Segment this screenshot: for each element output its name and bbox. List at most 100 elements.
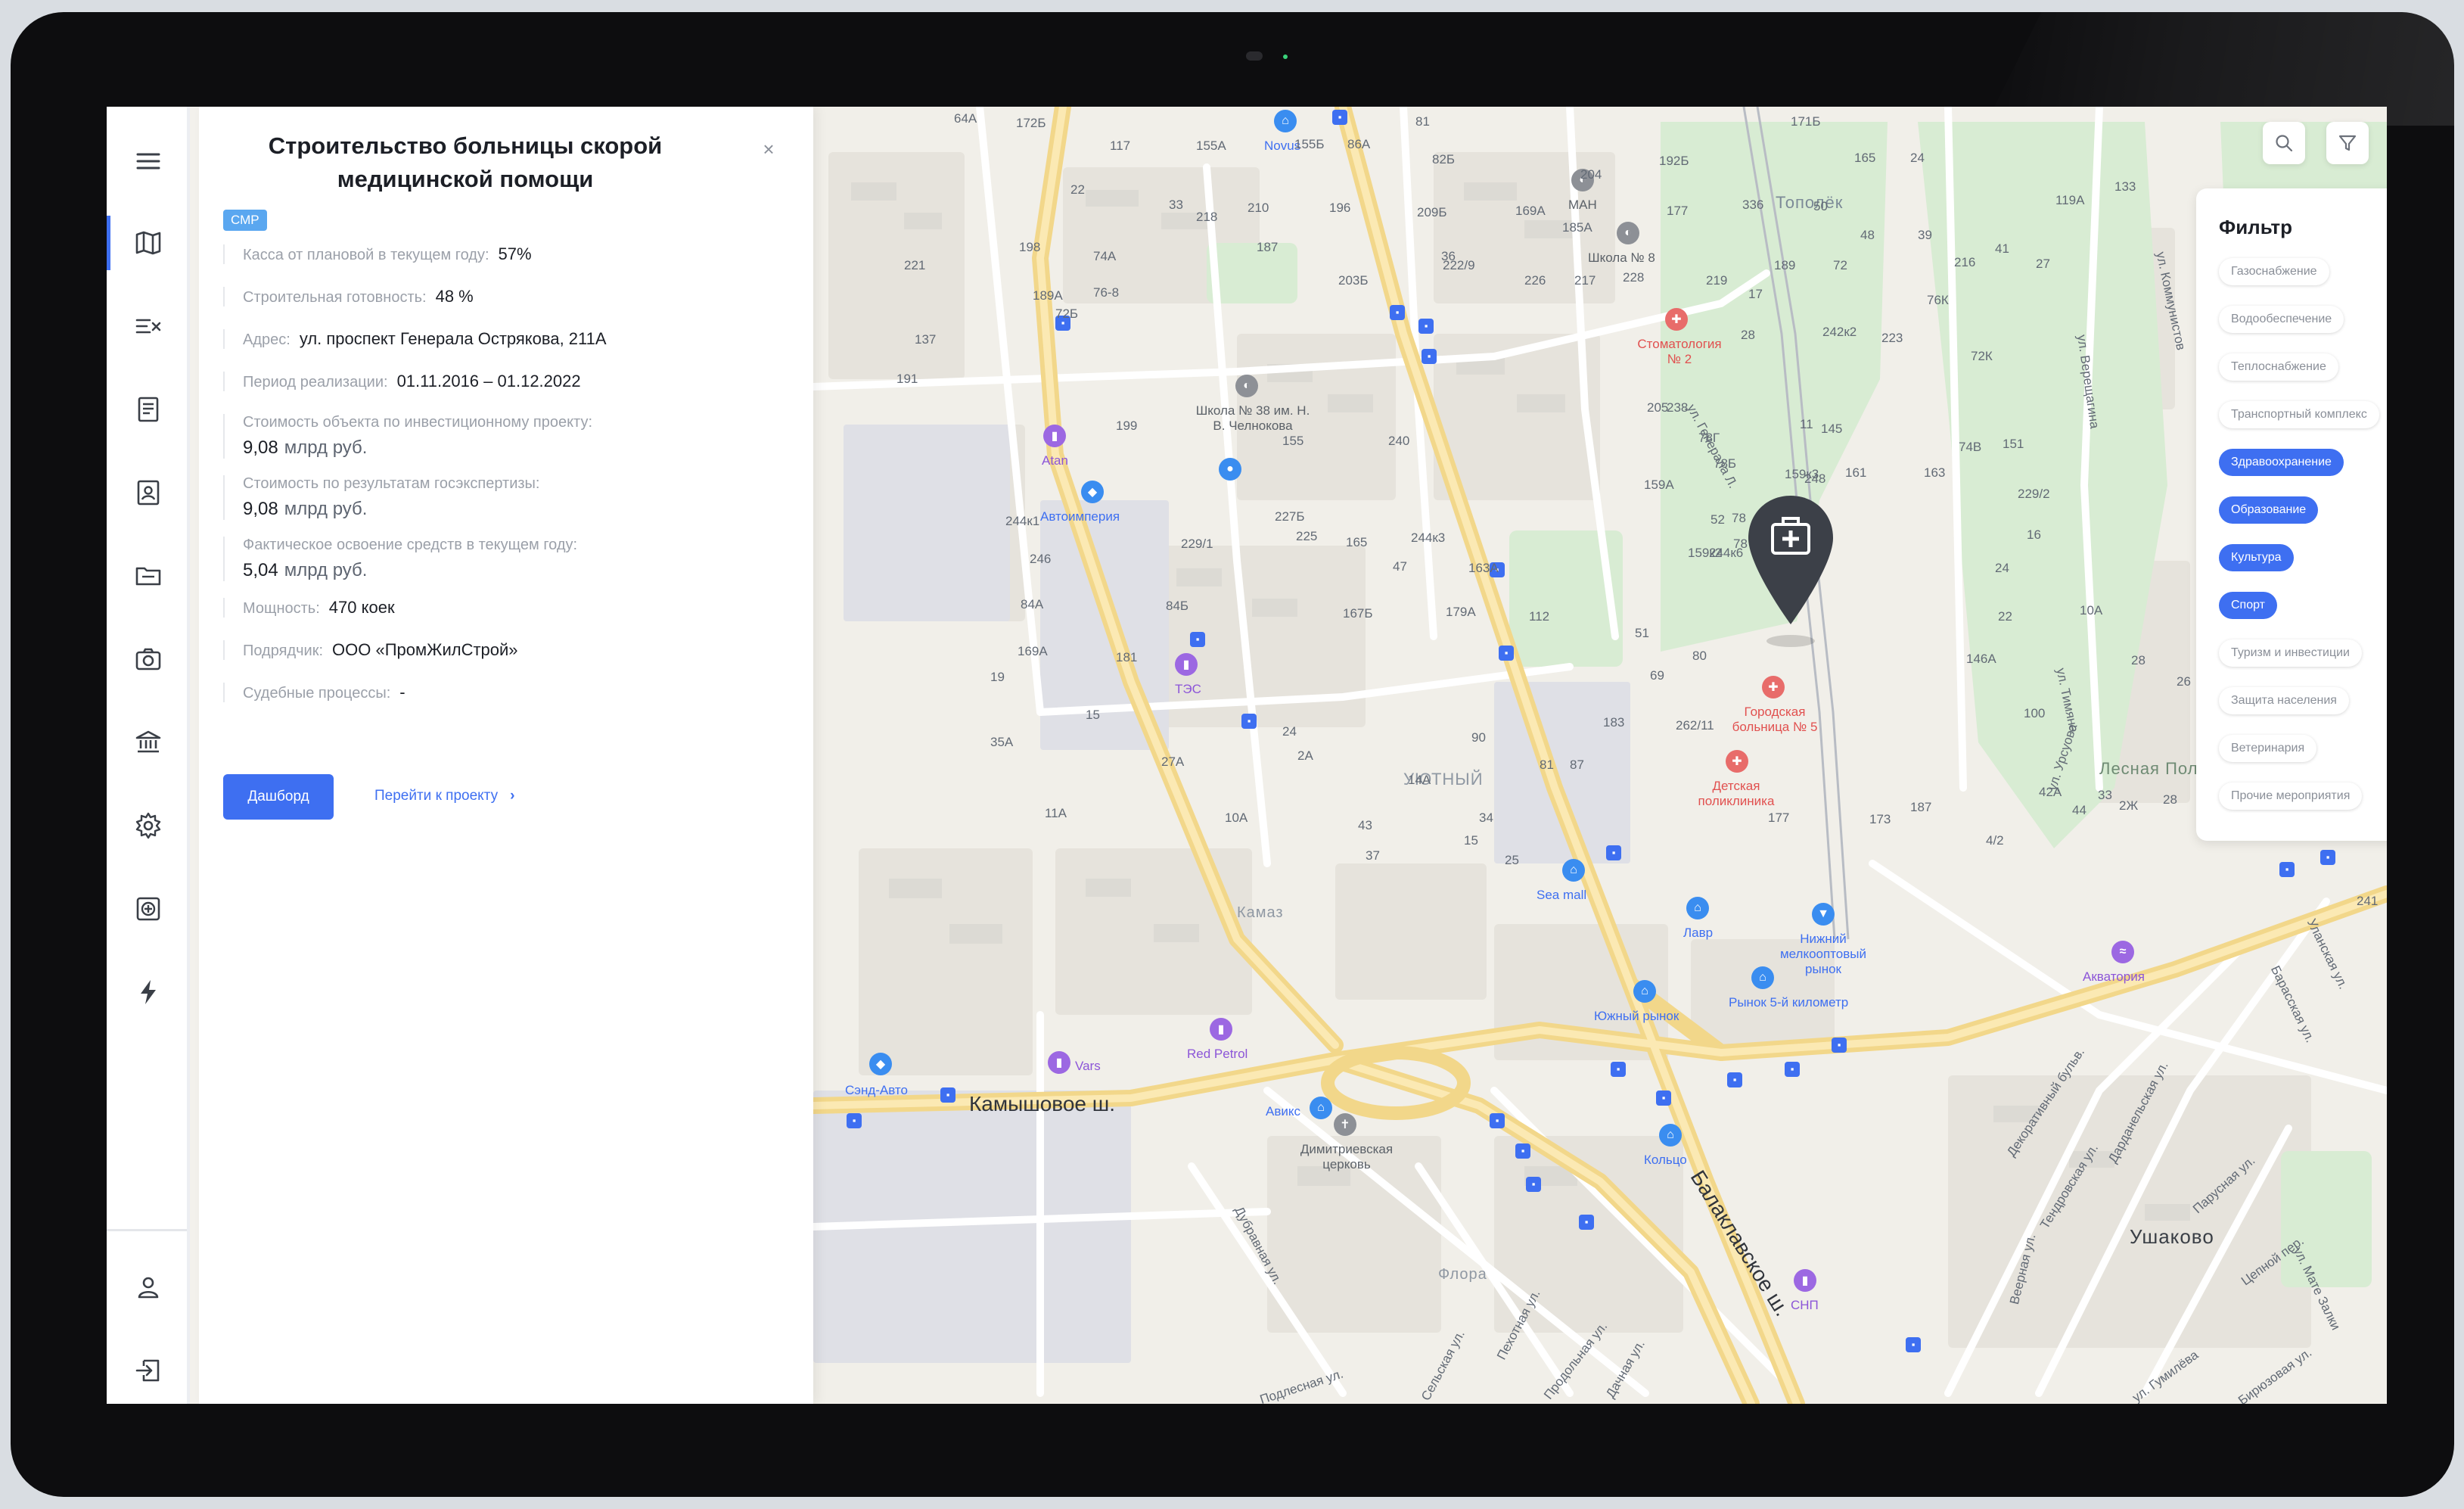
close-icon[interactable]: × — [759, 139, 778, 160]
house-number-label: 191 — [896, 372, 918, 386]
bus-stop-icon[interactable]: ▪ — [2279, 862, 2295, 877]
bus-stop-icon[interactable]: ▪ — [1606, 845, 1621, 860]
nav-settings[interactable] — [107, 795, 190, 856]
bus-stop-icon[interactable]: ▪ — [1727, 1072, 1742, 1087]
shirt-icon[interactable]: ▼ — [1812, 903, 1835, 926]
bus-stop-icon[interactable]: ▪ — [2320, 850, 2335, 865]
house-number-label: 185A — [1562, 220, 1592, 235]
filter-chip[interactable]: Водообеспечение — [2219, 306, 2344, 333]
profile-button[interactable] — [107, 1257, 190, 1318]
house-number-label: 4/2 — [1986, 833, 2004, 848]
bus-stop-icon[interactable]: ▪ — [1241, 714, 1257, 729]
bus-stop-icon[interactable]: ▪ — [1422, 349, 1437, 364]
fuel-icon[interactable]: ▮ — [1048, 1051, 1070, 1074]
nav-contacts[interactable] — [107, 462, 190, 523]
bus-stop-icon[interactable]: ▪ — [1390, 305, 1405, 320]
hospital-cross-icon[interactable]: ✚ — [1726, 750, 1748, 773]
poi-label: Atan — [1042, 453, 1068, 468]
nav-map[interactable] — [107, 213, 190, 273]
poi-label: Акватория — [2083, 969, 2145, 984]
house-number-label: 117 — [1110, 138, 1131, 153]
house-number-label: 169A — [1515, 204, 1546, 218]
fuel-icon[interactable]: ▮ — [1210, 1018, 1232, 1041]
filter-chip[interactable]: Транспортный комплекс — [2219, 401, 2379, 428]
bus-stop-icon[interactable]: ▪ — [1611, 1062, 1626, 1077]
water-drop-icon[interactable]: ● — [1219, 458, 1241, 481]
dashboard-button[interactable]: Дашборд — [223, 774, 334, 820]
map-view[interactable]: Камышовое ш. Балаклавское ш. УЮТНЫЙ Топо… — [813, 107, 2387, 1404]
filter-chip[interactable]: Культура — [2219, 544, 2294, 571]
filter-chip[interactable]: Туризм и инвестиции — [2219, 639, 2362, 667]
field-value: - — [399, 683, 405, 702]
cart-icon[interactable]: ⌂ — [1633, 980, 1656, 1003]
shop-icon[interactable]: ⌂ — [1659, 1124, 1682, 1147]
cart-icon[interactable]: ⌂ — [1310, 1097, 1332, 1119]
house-number-label: 229/2 — [2018, 487, 2050, 501]
house-number-label: 262/11 — [1676, 718, 1714, 733]
nav-institutions[interactable] — [107, 712, 190, 773]
filter-chip[interactable]: Ветеринария — [2219, 735, 2317, 762]
bus-stop-icon[interactable]: ▪ — [847, 1113, 862, 1128]
nav-checklist[interactable] — [107, 296, 190, 356]
shop-icon[interactable]: ⌂ — [1562, 859, 1585, 882]
nav-documents[interactable] — [107, 379, 190, 440]
menu-button[interactable] — [107, 131, 190, 191]
bus-stop-icon[interactable]: ▪ — [1906, 1337, 1921, 1352]
filter-chip[interactable]: Спорт — [2219, 592, 2277, 619]
fuel-icon[interactable]: ▮ — [1175, 653, 1198, 676]
bus-stop-icon[interactable]: ▪ — [1418, 319, 1434, 334]
bus-stop-icon[interactable]: ▪ — [1579, 1215, 1594, 1230]
house-number-label: 42A — [2039, 785, 2062, 799]
nav-camera[interactable] — [107, 629, 190, 689]
shop-icon[interactable]: ⌂ — [1686, 897, 1709, 919]
pool-icon[interactable]: ≈ — [2111, 941, 2134, 963]
hospital-cross-icon[interactable]: ✚ — [1762, 676, 1785, 698]
filter-chip[interactable]: Образование — [2219, 496, 2319, 524]
field-label: Стоимость объекта по инвестиционному про… — [243, 414, 593, 431]
school-icon[interactable]: ◐ — [1235, 375, 1258, 397]
car-icon[interactable]: ◆ — [1081, 481, 1104, 503]
church-icon[interactable]: ✝ — [1334, 1113, 1356, 1136]
logout-button[interactable] — [107, 1340, 190, 1401]
house-number-label: 179A — [1446, 605, 1476, 619]
map-filter-button[interactable] — [2326, 122, 2369, 164]
bus-stop-icon[interactable]: ▪ — [1526, 1177, 1541, 1192]
filter-chip[interactable]: Газоснабжение — [2219, 258, 2329, 285]
house-number-label: 81 — [1415, 114, 1430, 129]
nav-energy[interactable] — [107, 962, 190, 1022]
bus-stop-icon[interactable]: ▪ — [1332, 110, 1347, 125]
nav-medical[interactable] — [107, 879, 190, 939]
house-number-label: 14A — [1408, 773, 1431, 787]
go-to-project-link[interactable]: Перейти к проекту › — [374, 788, 514, 804]
house-number-label: 187 — [1257, 240, 1279, 254]
tooth-icon[interactable]: ✚ — [1665, 308, 1688, 331]
house-number-label: 24 — [1995, 561, 2009, 575]
bus-stop-icon[interactable]: ▪ — [940, 1087, 955, 1103]
house-number-label: 51 — [1635, 626, 1649, 640]
shop-icon[interactable]: ⌂ — [1751, 966, 1774, 989]
house-number-label: 11 — [1800, 417, 1813, 431]
filter-chip[interactable]: Здравоохранение — [2219, 449, 2344, 476]
bus-stop-icon[interactable]: ▪ — [1832, 1038, 1847, 1053]
filter-chip[interactable]: Теплоснабжение — [2219, 353, 2338, 381]
filter-chip[interactable]: Защита населения — [2219, 687, 2349, 714]
bus-stop-icon[interactable]: ▪ — [1499, 646, 1514, 661]
bus-stop-icon[interactable]: ▪ — [1490, 1113, 1505, 1128]
filter-chip[interactable]: Прочие мероприятия — [2219, 783, 2363, 810]
house-number-label: 165 — [1346, 535, 1368, 549]
fuel-icon[interactable]: ▮ — [1794, 1269, 1816, 1292]
nav-folders[interactable] — [107, 546, 190, 606]
field-label: Период реализации: — [243, 374, 388, 390]
app-screen: Камышовое ш. Балаклавское ш. УЮТНЫЙ Топо… — [107, 107, 2387, 1404]
shop-icon[interactable]: ⌂ — [1274, 110, 1297, 132]
school-icon[interactable]: ◐ — [1617, 222, 1639, 244]
field-value: 470 коек — [328, 598, 395, 617]
bus-stop-icon[interactable]: ▪ — [1656, 1091, 1671, 1106]
bus-stop-icon[interactable]: ▪ — [1785, 1062, 1800, 1077]
bus-stop-icon[interactable]: ▪ — [1190, 632, 1205, 647]
bus-stop-icon[interactable]: ▪ — [1515, 1143, 1530, 1159]
hospital-pin-icon[interactable] — [1745, 491, 1836, 658]
fuel-icon[interactable]: ▮ — [1043, 425, 1066, 447]
car-icon[interactable]: ◆ — [869, 1053, 892, 1075]
map-search-button[interactable] — [2263, 122, 2305, 164]
